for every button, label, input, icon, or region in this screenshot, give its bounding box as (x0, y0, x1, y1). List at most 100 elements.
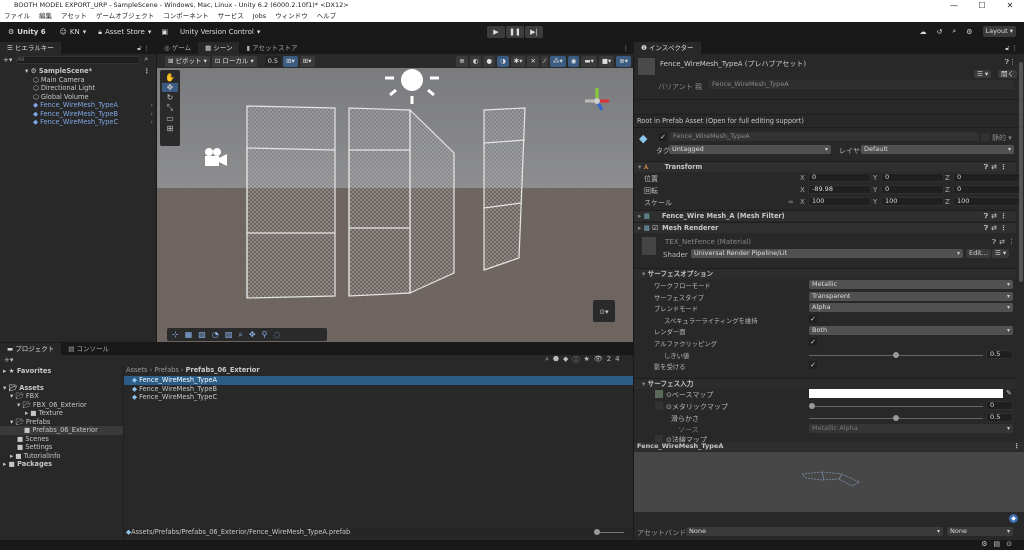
transform-z-field[interactable]: 100 (953, 197, 1023, 206)
overlay-tool-icon[interactable]: ⌕ (238, 330, 242, 340)
mesh-renderer-header[interactable]: ▸ ▦ ☑ Mesh Renderer ❓︎⇄⋮ (634, 222, 1016, 233)
search-mode-icon[interactable]: ⌕ (144, 55, 148, 64)
hand-tool-icon[interactable]: ✋ (165, 73, 175, 82)
overlay-tool-icon[interactable]: ⊹ (172, 330, 179, 339)
audio-icon[interactable]: ✕ (527, 55, 539, 67)
tab-hierarchy[interactable]: ☰ ヒエラルキー (0, 42, 61, 54)
static-checkbox[interactable] (981, 133, 989, 141)
material-menu-icons[interactable]: ❓︎⇄⋮ (992, 238, 1018, 247)
metallic-map-slot[interactable] (655, 402, 663, 410)
lit-icon[interactable]: ◑ (497, 55, 509, 67)
layout-dropdown[interactable]: Layout ▾ (982, 26, 1016, 37)
overlay-tool-icon[interactable]: ◔ (212, 330, 219, 339)
create-button[interactable]: +▾ (0, 355, 633, 365)
play-button[interactable]: ▶ (487, 26, 505, 38)
rotate-tool-icon[interactable]: ↻ (167, 93, 174, 102)
move-tool-icon[interactable]: ✥ (162, 83, 178, 92)
tab-game[interactable]: ◎ ゲーム (157, 42, 198, 54)
property-dropdown[interactable]: Both (809, 326, 1013, 336)
smoothness-field[interactable]: 0.5 (986, 413, 1013, 422)
overrides-dropdown[interactable]: ☰ ▾ (974, 70, 992, 78)
property-dropdown[interactable]: Alpha (809, 303, 1013, 313)
visibility-count[interactable]: 👁︎24 (594, 355, 624, 365)
component-menu-icons[interactable]: ❓︎⇄⋮ (984, 223, 1010, 233)
snap-value-field[interactable]: 0.5 (264, 55, 282, 67)
slider-knob[interactable] (893, 351, 899, 358)
source-dropdown[interactable]: Metallic Alpha (809, 424, 1013, 433)
unlit-icon[interactable]: ● (483, 55, 496, 67)
tree-item[interactable]: ▾ 📂︎ FBX_06_Exterior (0, 401, 123, 410)
version-control-button[interactable]: Unity Version Control ▾ (180, 28, 260, 36)
search-by-type-icon[interactable]: ⌕ (545, 355, 553, 365)
unity-button[interactable]: ⚙ Unity 6 (8, 28, 46, 36)
transform-tool-icon[interactable]: ⊞ (167, 124, 174, 133)
surface-options-header[interactable]: ▾ サーフェスオプション (634, 268, 1016, 279)
transform-y-field[interactable]: 0 (881, 173, 944, 182)
variant-parent-field[interactable]: Fence_WireMesh_TypeA (708, 80, 1014, 89)
menu-jobs[interactable]: Jobs (253, 11, 266, 22)
preview-header[interactable]: Fence_WireMesh_TypeA ⋮ (634, 442, 1024, 451)
gizmo-toggle-icon[interactable]: ⊕▾ (616, 55, 631, 67)
tree-item[interactable]: ▾ 📂︎ FBX (0, 392, 123, 401)
base-map-slot[interactable] (655, 390, 663, 398)
shader-options-dropdown[interactable]: ☰ ▾ (992, 249, 1010, 258)
tab-inspector[interactable]: ❶ インスペクター (634, 42, 701, 54)
asset-store-button[interactable]: 🔒︎ Asset Store ▾ (98, 28, 151, 37)
pause-button[interactable]: ❚❚ (506, 26, 524, 38)
breadcrumb-item[interactable]: Prefabs_06_Exterior (186, 366, 260, 374)
enabled-checkbox[interactable]: ☑ (652, 224, 658, 232)
cloud-icon[interactable]: ☁ (919, 28, 926, 36)
base-color-swatch[interactable] (809, 389, 1003, 398)
transform-x-field[interactable]: 100 (808, 197, 871, 206)
tree-item[interactable]: ▸ ■ Packages (0, 460, 123, 469)
edit-shader-button[interactable]: Edit... (966, 249, 991, 258)
info-icon[interactable]: ⓘ (572, 355, 583, 365)
smoothness-slider[interactable] (809, 415, 983, 421)
lock-icon[interactable]: 🔓︎ ⋮ (137, 42, 150, 54)
transform-x-field[interactable]: 0 (808, 173, 871, 182)
tree-item[interactable]: ▸ ■ Texture (0, 409, 123, 418)
progress-icon[interactable]: ⚙ (981, 540, 993, 548)
surface-inputs-header[interactable]: ▾ サーフェス入力 (634, 378, 1016, 389)
component-menu-icons[interactable]: ❓︎⇄⋮ (984, 211, 1010, 221)
settings-icon[interactable]: ⚙ (966, 28, 972, 36)
tag-icon[interactable]: ◆ (563, 355, 572, 365)
menu-services[interactable]: サービス (218, 11, 244, 22)
tree-item[interactable]: ■ Scenes (0, 435, 123, 444)
overlay-tool-icon[interactable]: ▨ (225, 330, 233, 339)
property-checkbox[interactable]: ✓ (809, 338, 817, 346)
layer-dropdown[interactable]: Default (861, 145, 1014, 154)
breadcrumb-item[interactable]: Assets (126, 366, 147, 374)
mesh-filter-header[interactable]: ▸ ▦ Fence_Wire Mesh_A (Mesh Filter) ❓︎⇄⋮ (634, 210, 1016, 221)
menu-window[interactable]: ウィンドウ (275, 11, 308, 22)
transform-y-field[interactable]: 0 (881, 185, 944, 194)
eye-icon[interactable]: ◉ (567, 55, 580, 67)
slider-knob[interactable] (809, 403, 815, 409)
close-button[interactable]: ✕ (996, 0, 1024, 11)
component-menu-icons[interactable]: ❓︎⇄⋮ (984, 162, 1010, 172)
collab-button[interactable]: ▣ (161, 28, 168, 36)
tab-asset-store[interactable]: ▮ アセットストア (239, 42, 304, 54)
visibility-icon[interactable]: ⁂▾ (550, 55, 566, 67)
hierarchy-item[interactable]: ⬡ Main Camera (0, 76, 156, 85)
file-item[interactable]: ◆ Fence_WireMesh_TypeA (124, 376, 633, 385)
star-icon[interactable]: ★ (583, 355, 593, 365)
help-icon[interactable]: ❓︎⋮ (1005, 58, 1016, 67)
menu-gameobject[interactable]: ゲームオブジェクト (96, 11, 154, 22)
hierarchy-item[interactable]: ⬡ Global Volume (0, 93, 156, 102)
chevron-right-icon[interactable]: › (150, 118, 153, 127)
pivot-dropdown[interactable]: ⊠ ピボット ▾ (165, 55, 210, 67)
open-prefab-button[interactable]: 開く (998, 70, 1017, 78)
property-checkbox[interactable]: ✓ (809, 361, 817, 370)
menu-help[interactable]: ヘルプ (317, 11, 337, 22)
scale-tool-icon[interactable]: ⤡ (167, 103, 173, 113)
more-icon[interactable]: ⋮ (623, 42, 630, 54)
minimize-button[interactable]: — (940, 0, 968, 11)
slider-knob[interactable] (893, 415, 899, 421)
scene-viewport[interactable]: ✋ ✥ ↻ ⤡ ▭ ⊞ ⊹ ▦ ▧ ◔ ▨ ⌕ ✥ ⚲ ◌ ⊙▾ (157, 68, 633, 342)
tab-console[interactable]: ▤ コンソール (61, 343, 116, 355)
cache-icon[interactable]: ▤ (994, 540, 1007, 548)
chevron-right-icon[interactable]: › (150, 101, 153, 110)
fx-icon[interactable]: ⁄ (540, 55, 549, 67)
local-dropdown[interactable]: ⊡ ローカル ▾ (211, 55, 257, 67)
